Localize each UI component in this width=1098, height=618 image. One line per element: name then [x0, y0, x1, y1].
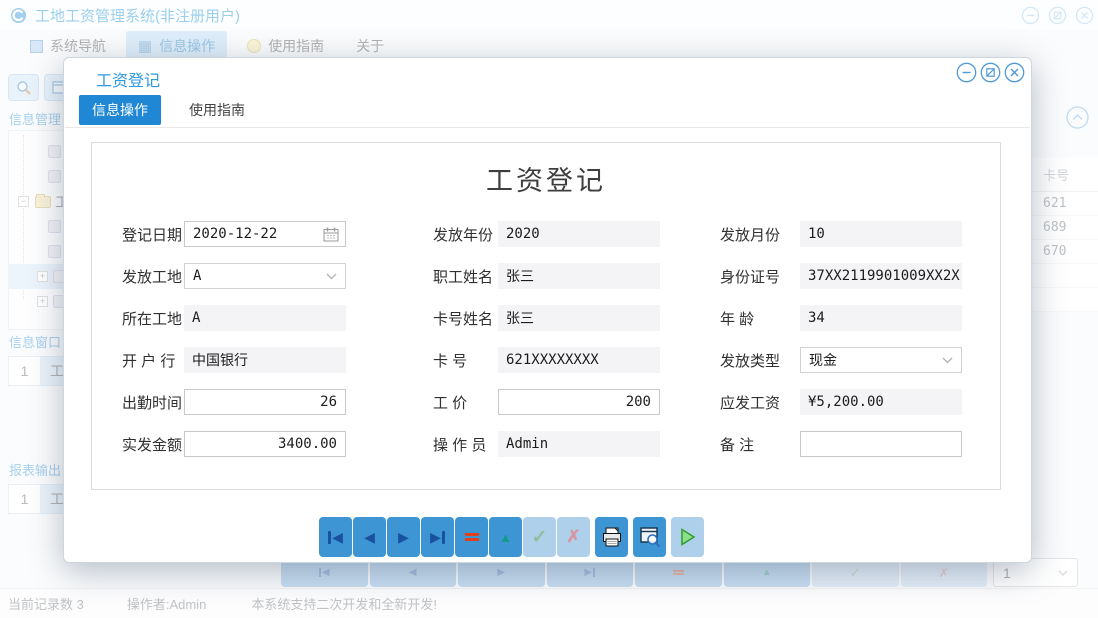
form-grid: 登记日期 2020-12-22 发放年份 2020 发放月份 10 发放工地 A [122, 221, 990, 473]
card-name-label: 卡号姓名 [433, 308, 498, 329]
pay-month-label: 发放月份 [720, 224, 800, 245]
card-name-field: 张三 [498, 305, 660, 331]
pay-year-field: 2020 [498, 221, 660, 247]
wage-rate-input[interactable]: 200 [498, 389, 660, 415]
register-date-label: 登记日期 [122, 224, 184, 245]
wage-form-panel: 工资登记 登记日期 2020-12-22 发放年份 2020 发放月份 10 发… [91, 142, 1001, 490]
attendance-input[interactable]: 26 [184, 389, 346, 415]
post-button[interactable]: ✓ [523, 517, 556, 557]
actual-amount-label: 实发金额 [122, 434, 184, 455]
pay-year-label: 发放年份 [433, 224, 498, 245]
screen: 工地工资管理系统(非注册用户) 系统导航 ▦ 信息操作 使用指南 关于 [0, 0, 1098, 618]
bank-label: 开 户 行 [122, 350, 184, 371]
worker-name-label: 职工姓名 [433, 266, 498, 287]
print-preview-button[interactable] [633, 517, 666, 557]
cancel-button[interactable]: ✗ [557, 517, 590, 557]
tab-user-guide[interactable]: 使用指南 [176, 95, 258, 125]
payable-wage-label: 应发工资 [720, 392, 800, 413]
pay-month-field: 10 [800, 221, 962, 247]
prior-record-icon: ◀ [364, 530, 375, 544]
dialog-tabs: 信息操作 使用指南 [79, 95, 1016, 125]
id-number-label: 身份证号 [720, 266, 800, 287]
delete-record-button[interactable] [455, 517, 488, 557]
worker-name-field: 张三 [498, 263, 660, 289]
register-date-field[interactable]: 2020-12-22 [184, 221, 346, 247]
card-number-field: 621XXXXXXXX [498, 347, 660, 373]
next-record-icon: ▶ [398, 530, 409, 544]
chevron-down-icon [326, 273, 337, 280]
remark-label: 备 注 [720, 434, 800, 455]
print-preview-icon [639, 526, 661, 548]
edit-icon: ▲ [499, 531, 512, 544]
play-icon [680, 528, 696, 546]
dialog-minimize-button[interactable] [956, 62, 977, 83]
next-record-button[interactable]: ▶ [387, 517, 420, 557]
operator-label: 操 作 员 [433, 434, 498, 455]
pay-type-select[interactable]: 现金 [800, 347, 962, 373]
first-record-icon [328, 531, 331, 544]
delete-icon [465, 531, 479, 543]
payable-wage-field: ¥5,200.00 [800, 389, 962, 415]
dialog-close-button[interactable] [1004, 62, 1025, 83]
wage-rate-label: 工 价 [433, 392, 498, 413]
cross-icon: ✗ [566, 527, 580, 547]
prior-record-button[interactable]: ◀ [353, 517, 386, 557]
check-icon: ✓ [532, 526, 548, 549]
located-site-field: A [184, 305, 346, 331]
last-record-button[interactable]: ▶ [421, 517, 454, 557]
dialog-title: 工资登记 [96, 67, 160, 91]
remark-input[interactable] [800, 431, 962, 457]
last-record-icon: ▶ [430, 530, 441, 544]
edit-record-button[interactable]: ▲ [489, 517, 522, 557]
tab-info-operation[interactable]: 信息操作 [79, 95, 161, 125]
actual-amount-input[interactable]: 3400.00 [184, 431, 346, 457]
card-number-label: 卡 号 [433, 350, 498, 371]
calendar-icon[interactable] [323, 227, 339, 242]
dialog-maximize-button[interactable] [980, 62, 1001, 83]
execute-button[interactable] [671, 517, 704, 557]
attendance-label: 出勤时间 [122, 392, 184, 413]
pay-type-label: 发放类型 [720, 350, 800, 371]
wage-register-dialog: 工资登记 信息操作 使用指南 工资登记 登记日期 2020-12-22 发放年份 [63, 57, 1032, 563]
bank-field: 中国银行 [184, 347, 346, 373]
chevron-down-icon [942, 357, 953, 364]
printer-icon [601, 527, 623, 548]
print-button[interactable] [595, 517, 628, 557]
pay-site-select[interactable]: A [184, 263, 346, 289]
id-number-field: 37XX2119901009XX2X [800, 263, 962, 289]
pay-site-label: 发放工地 [122, 266, 184, 287]
operator-field: Admin [498, 431, 660, 457]
age-label: 年 龄 [720, 308, 800, 329]
age-field: 34 [800, 305, 962, 331]
located-site-label: 所在工地 [122, 308, 184, 329]
first-record-button[interactable]: ◀ [319, 517, 352, 557]
dialog-db-navigator: ◀ ◀ ▶ ▶ ▲ ✓ ✗ [319, 517, 704, 557]
form-title: 工资登记 [92, 159, 1000, 198]
tab-divider [65, 127, 1030, 128]
